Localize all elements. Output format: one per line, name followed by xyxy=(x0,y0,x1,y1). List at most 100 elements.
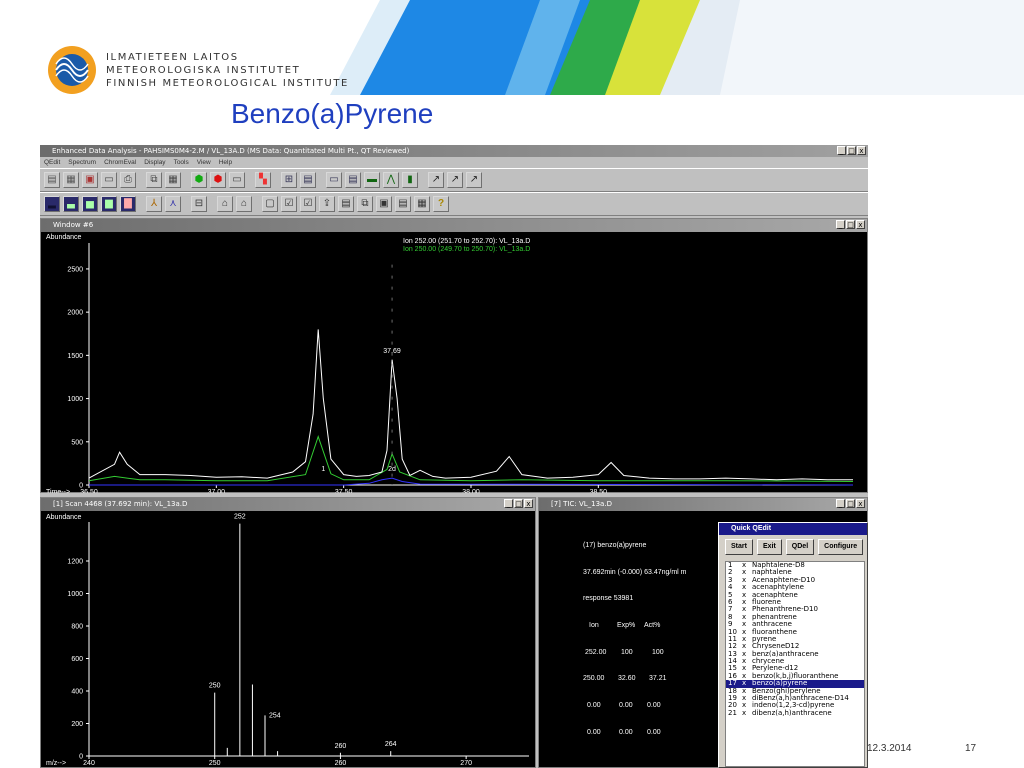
color-grid-icon[interactable]: ▚ xyxy=(255,172,271,188)
tic-cell: 0.00 xyxy=(619,702,633,709)
report-icon[interactable]: ▭ xyxy=(101,172,117,188)
qedit-start-button[interactable]: Start xyxy=(725,539,753,555)
chrom-minimize-button[interactable]: _ xyxy=(836,220,845,229)
tree-icon[interactable]: ⊞ xyxy=(281,172,297,188)
menu-view[interactable]: View xyxy=(197,157,211,168)
blank-icon[interactable]: ▢ xyxy=(262,196,278,212)
scan-maximize-button[interactable]: □ xyxy=(514,499,523,508)
check-icon[interactable]: ☑ xyxy=(281,196,297,212)
peak-icon[interactable]: ⋀ xyxy=(383,172,399,188)
tic-close-button[interactable]: x xyxy=(856,499,865,508)
chrom-close-button[interactable]: x xyxy=(856,220,865,229)
edit-check-icon[interactable]: ☑ xyxy=(300,196,316,212)
chromatogram-plot[interactable]: 0500100015002000250036.50 37.00 37.50 38.00… xyxy=(41,233,867,493)
load-file-icon[interactable]: ▤ xyxy=(44,172,60,188)
scan-y-tick-label: 400 xyxy=(71,689,83,696)
chrom-peak-label: 2d xyxy=(388,466,396,473)
scan-x-tick-label: 270 xyxy=(460,760,472,767)
export-icon[interactable]: ⇪ xyxy=(319,196,335,212)
list-window-icon[interactable]: ▤ xyxy=(345,172,361,188)
integrate-3-icon[interactable]: ↗ xyxy=(466,172,482,188)
compound-list-item[interactable]: 1 x Naphtalene-D8 xyxy=(726,561,864,569)
tic-cell: 32.60 xyxy=(618,675,636,682)
save-icon[interactable]: ▣ xyxy=(82,172,98,188)
bars-icon[interactable]: ▮ xyxy=(402,172,418,188)
chrom-y-tick-label: 2500 xyxy=(67,266,83,273)
bar-icon[interactable]: ▬ xyxy=(364,172,380,188)
app-title: Enhanced Data Analysis - PAHSIMS0M4-2.M … xyxy=(52,147,410,155)
copy-icon[interactable]: ⧉ xyxy=(146,172,162,188)
app-titlebar[interactable]: Enhanced Data Analysis - PAHSIMS0M4-2.M … xyxy=(40,145,868,157)
menu-tools[interactable]: Tools xyxy=(174,157,189,168)
tic-minimize-button[interactable]: _ xyxy=(836,499,845,508)
qedit-exit-button[interactable]: Exit xyxy=(756,539,782,555)
open-method-icon[interactable]: ▦ xyxy=(63,172,79,188)
org-name-en: FINNISH METEOROLOGICAL INSTITUTE xyxy=(106,78,349,89)
tic-cell: 0.00 xyxy=(647,702,661,709)
calculator-icon[interactable]: ▦ xyxy=(165,172,181,188)
qedit-qdel-button[interactable]: QDel xyxy=(785,539,815,555)
chrom-x-tick-label: 36.50 xyxy=(80,489,98,493)
page-icon[interactable]: ▤ xyxy=(338,196,354,212)
maximize-button[interactable]: □ xyxy=(847,146,856,155)
spectrum-peak-label: 264 xyxy=(385,741,397,748)
scan-titlebar[interactable]: [1] Scan 4468 (37.692 min): VL_13a.D _ □… xyxy=(41,498,535,511)
compound-list-item[interactable]: 10 x fluoranthene xyxy=(726,628,864,636)
fmi-logo-icon xyxy=(48,46,96,94)
compound-list-item[interactable]: 21 x dibenz(a,h)anthracene xyxy=(726,708,864,717)
menu-display[interactable]: Display xyxy=(144,157,165,168)
spectrum-2-icon[interactable]: ⋏ xyxy=(165,196,181,212)
page-tree-icon[interactable]: ▣ xyxy=(376,196,392,212)
pages-icon[interactable]: ⧉ xyxy=(357,196,373,212)
compound-list-item[interactable]: 13 x benz(a)anthracene xyxy=(726,650,864,658)
toolbar-1: ▤ ▦ ▣ ▭ ⎙ ⧉ ▦ ⬢ ⬢ ▭ ▚ ⊞ ▤ ▭ ▤ ▬ ⋀ ▮ ↗ ↗ … xyxy=(40,168,868,192)
menu-help[interactable]: Help xyxy=(219,157,232,168)
library-search-icon[interactable]: ⌂ xyxy=(236,196,252,212)
tic-titlebar[interactable]: [7] TIC: VL_13a.D _ □ x xyxy=(539,498,867,511)
chrom-y-tick-label: 2000 xyxy=(67,310,83,317)
chrom-x-tick-label: 38.50 xyxy=(590,489,608,493)
scan-minimize-button[interactable]: _ xyxy=(504,499,513,508)
chrom-3-icon[interactable]: ▅ xyxy=(82,196,98,212)
table-icon[interactable]: ▤ xyxy=(300,172,316,188)
menu-spectrum[interactable]: Spectrum xyxy=(68,157,96,168)
spectrum-peak-label: 250 xyxy=(209,683,221,690)
integrate-2-icon[interactable]: ↗ xyxy=(447,172,463,188)
screen-icon[interactable]: ▦ xyxy=(414,196,430,212)
stop-red-icon[interactable]: ⬢ xyxy=(210,172,226,188)
window-icon[interactable]: ▭ xyxy=(326,172,342,188)
compound-list[interactable]: 1 x Naphtalene-D8 2 x naphtalene 3 x Acenaphtene… xyxy=(725,561,865,767)
chrom-2-icon[interactable]: ▃ xyxy=(63,196,79,212)
compound-list-item[interactable]: 8 x phenantrene xyxy=(726,613,864,621)
go-green-icon[interactable]: ⬢ xyxy=(191,172,207,188)
spectrum-1-icon[interactable]: ⅄ xyxy=(146,196,162,212)
qedit-titlebar[interactable]: Quick QEdit xyxy=(719,523,867,535)
doc-icon[interactable]: ▤ xyxy=(395,196,411,212)
menu-qedit[interactable]: QEdit xyxy=(44,157,60,168)
integrate-icon[interactable]: ↗ xyxy=(428,172,444,188)
chrom-4-icon[interactable]: ▆ xyxy=(101,196,117,212)
tic-title: [7] TIC: VL_13a.D xyxy=(551,500,612,508)
tic-maximize-button[interactable]: □ xyxy=(846,499,855,508)
tic-header-act: Act% xyxy=(644,622,661,629)
menu-chromeval[interactable]: ChromEval xyxy=(104,157,136,168)
close-button[interactable]: x xyxy=(857,146,866,155)
chromatogram-titlebar[interactable]: Window #6 _ □ x xyxy=(41,219,867,232)
rectangle-icon[interactable]: ▭ xyxy=(229,172,245,188)
help-icon[interactable]: ? xyxy=(433,196,449,212)
chrom-maximize-button[interactable]: □ xyxy=(846,220,855,229)
subtract-icon[interactable]: ⊟ xyxy=(191,196,207,212)
scan-plot[interactable]: 020040060080010001200240 250 260 270m/z-->2… xyxy=(41,512,535,768)
chrom-1-icon[interactable]: ▂ xyxy=(44,196,60,212)
chrom-y-tick-label: 500 xyxy=(71,439,83,446)
print-icon[interactable]: ⎙ xyxy=(120,172,136,188)
compound-list-item[interactable]: 5 x acenaphtene xyxy=(726,591,864,599)
qedit-configure-button[interactable]: Configure xyxy=(818,539,864,555)
compound-number: 21 xyxy=(728,708,737,717)
library-icon[interactable]: ⌂ xyxy=(217,196,233,212)
minimize-button[interactable]: _ xyxy=(837,146,846,155)
scan-close-button[interactable]: x xyxy=(524,499,533,508)
footer-page-number: 17 xyxy=(965,743,977,754)
chrom-5-icon[interactable]: ▇ xyxy=(120,196,136,212)
chromatogram-title: Window #6 xyxy=(53,221,94,229)
